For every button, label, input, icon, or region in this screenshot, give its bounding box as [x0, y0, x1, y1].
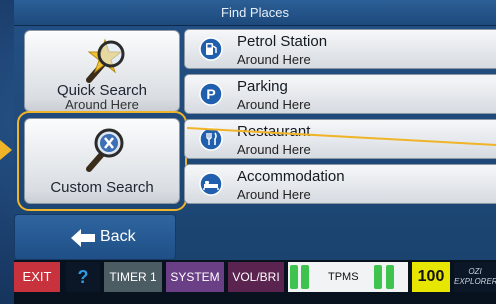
tpms-indicator-fr [301, 265, 309, 289]
exit-label: EXIT [22, 269, 52, 284]
list-item-accommodation[interactable]: Accommodation Around Here [184, 164, 496, 204]
timer-button[interactable]: TIMER 1 [104, 262, 162, 292]
exit-button[interactable]: EXIT [14, 262, 60, 292]
list-item-title: Restaurant [237, 123, 311, 140]
counter-value: 100 [417, 268, 445, 285]
list-item-parking[interactable]: P Parking Around Here [184, 74, 496, 114]
back-arrow-icon [71, 229, 95, 247]
find-places-header: Find Places [14, 0, 496, 26]
ozi-explorer-button[interactable]: OZI EXPLORER [454, 262, 496, 292]
help-button[interactable]: ? [66, 262, 100, 292]
list-item-sub: Around Here [237, 52, 311, 67]
restaurant-icon [199, 127, 223, 151]
parking-icon: P [199, 82, 223, 106]
tpms-indicator-rl [374, 265, 382, 289]
system-label: SYSTEM [170, 270, 220, 284]
list-item-sub: Around Here [237, 142, 311, 157]
bed-icon [199, 172, 223, 196]
tpms-label: TPMS [328, 271, 359, 283]
list-item-title: Parking [237, 78, 288, 95]
list-item-title: Petrol Station [237, 33, 328, 50]
selection-highlight [17, 111, 187, 211]
svg-text:P: P [206, 86, 215, 102]
list-item-title: Accommodation [237, 168, 345, 185]
list-item-restaurant[interactable]: Restaurant Around Here [184, 119, 496, 159]
magnifier-icon [86, 38, 125, 83]
quick-search-button[interactable]: Quick Search Around Here [24, 30, 180, 112]
explorer-label: EXPLORER [454, 277, 496, 286]
fuel-pump-icon [199, 37, 223, 61]
vol-bri-label: VOL/BRI [232, 270, 280, 284]
quick-search-sub: Around Here [65, 97, 139, 112]
page-title: Find Places [221, 5, 289, 20]
help-icon: ? [77, 267, 89, 287]
back-button[interactable]: Back [14, 214, 176, 260]
pointer-arrow-icon [0, 140, 12, 160]
counter-display[interactable]: 100 [412, 262, 450, 292]
ozi-label: OZI [468, 267, 482, 276]
list-item-sub: Around Here [237, 187, 311, 202]
timer-label: TIMER 1 [109, 270, 157, 284]
tpms-indicator-rr [386, 265, 394, 289]
tpms-indicator-fl [290, 265, 298, 289]
system-button[interactable]: SYSTEM [166, 262, 224, 292]
back-label: Back [100, 228, 136, 245]
list-item-petrol-station[interactable]: Petrol Station Around Here [184, 29, 496, 69]
list-item-sub: Around Here [237, 97, 311, 112]
tpms-button[interactable]: TPMS [288, 262, 408, 292]
vol-bri-button[interactable]: VOL/BRI [228, 262, 284, 292]
